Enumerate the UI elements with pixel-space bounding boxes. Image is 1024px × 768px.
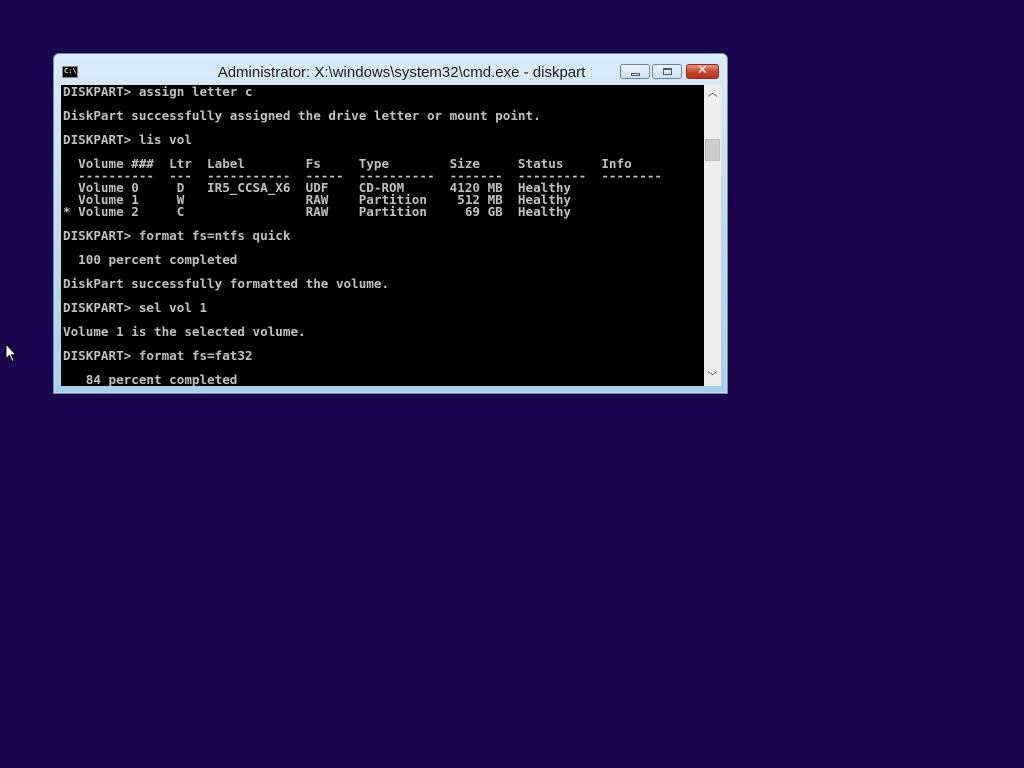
desktop: C:\. Administrator: X:\windows\system32\… bbox=[0, 0, 1024, 768]
minimize-button[interactable] bbox=[620, 64, 650, 79]
scroll-thumb[interactable] bbox=[705, 139, 720, 161]
console-line: DiskPart successfully assigned the drive… bbox=[63, 108, 541, 123]
console-line: DISKPART> assign letter c bbox=[63, 85, 253, 99]
console-line: 100 percent completed bbox=[63, 252, 238, 267]
close-button[interactable]: ✕ bbox=[686, 63, 719, 79]
mouse-pointer-icon bbox=[5, 342, 18, 367]
cmd-window[interactable]: C:\. Administrator: X:\windows\system32\… bbox=[53, 53, 728, 394]
close-icon: ✕ bbox=[697, 63, 708, 78]
console-line: * Volume 2 C RAW Partition 69 GB Healthy bbox=[63, 204, 571, 219]
scroll-up-arrow-icon[interactable]: ︿ bbox=[704, 85, 721, 102]
console-line: DISKPART> format fs=fat32 bbox=[63, 348, 253, 363]
vertical-scrollbar[interactable]: ︿ ﹀ bbox=[704, 85, 721, 386]
maximize-button[interactable] bbox=[652, 64, 682, 79]
maximize-icon bbox=[663, 68, 672, 75]
console-line: DISKPART> format fs=ntfs quick bbox=[63, 228, 291, 243]
console-text: DISKPART> assign letter c DiskPart succe… bbox=[63, 85, 662, 386]
console-line: 84 percent completed bbox=[63, 372, 238, 386]
title-bar[interactable]: C:\. Administrator: X:\windows\system32\… bbox=[54, 54, 727, 86]
console-line: DiskPart successfully formatted the volu… bbox=[63, 276, 390, 291]
console-output[interactable]: DISKPART> assign letter c DiskPart succe… bbox=[61, 85, 704, 386]
minimize-icon bbox=[631, 73, 640, 76]
console-line: DISKPART> sel vol 1 bbox=[63, 300, 208, 315]
console-line: Volume 1 is the selected volume. bbox=[63, 324, 306, 339]
scroll-down-arrow-icon[interactable]: ﹀ bbox=[704, 369, 721, 386]
console-line: DISKPART> lis vol bbox=[63, 132, 192, 147]
